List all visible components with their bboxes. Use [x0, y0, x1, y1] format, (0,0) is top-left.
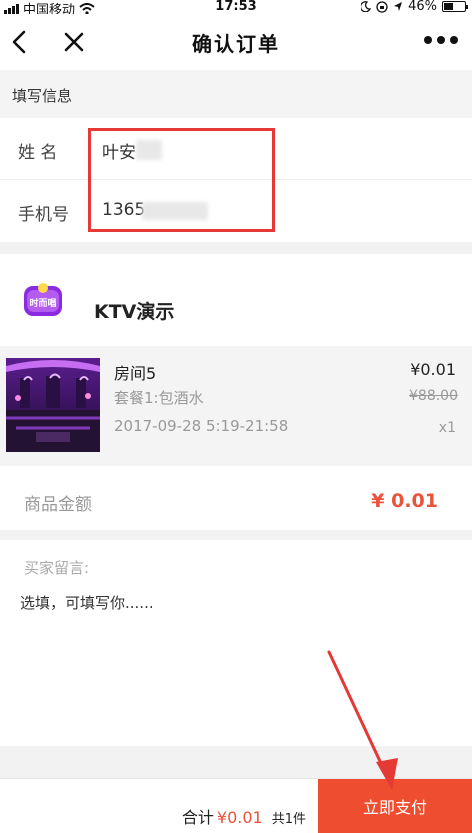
product-name: 房间5 [114, 364, 157, 383]
close-icon [64, 32, 84, 52]
remark-section: 买家留言: [0, 540, 472, 746]
remark-label: 买家留言: [24, 559, 90, 577]
total-label: 合计 [181, 808, 214, 827]
phone-label: 手机号 [18, 205, 69, 225]
product-price: ¥0.01 [410, 360, 456, 379]
product-original-price: ¥88.00 [409, 388, 458, 404]
chevron-left-icon [12, 30, 26, 54]
section-title: 填写信息 [12, 87, 73, 105]
product-package: 套餐1:包酒水 [114, 389, 204, 407]
back-button[interactable] [6, 24, 36, 60]
more-dot-icon [450, 36, 458, 44]
nav-bar: 确认订单 [0, 14, 472, 70]
svg-text:时而唱: 时而唱 [29, 297, 56, 309]
location-icon [394, 2, 403, 11]
more-dot-icon [437, 36, 445, 44]
moon-icon [361, 1, 372, 12]
product-date: 2017-09-28 5:19-21:58 [114, 417, 289, 435]
total-value: ¥0.01 [216, 808, 263, 827]
amount-value: ¥ 0.01 [371, 490, 438, 512]
shop-name: KTV演示 [94, 301, 175, 323]
amount-label: 商品金额 [24, 495, 92, 515]
status-bar: 中国移动 17:53 46% [0, 0, 472, 18]
section-header: 填写信息 [0, 70, 472, 118]
product-item[interactable]: 房间5 套餐1:包酒水 2017-09-28 5:19-21:58 ¥0.01 … [0, 346, 472, 466]
item-count: 共1件 [271, 812, 306, 827]
status-right: 46% [361, 0, 468, 14]
shop-logo: 时而唱 [24, 283, 62, 316]
more-dot-icon [424, 36, 432, 44]
remark-input[interactable] [20, 590, 450, 616]
checkout-footer: 合计 ¥0.01 共1件 立即支付 [0, 778, 472, 833]
close-button[interactable] [56, 24, 92, 60]
product-quantity: x1 [438, 420, 456, 436]
battery-icon [442, 1, 468, 12]
order-total: 合计 ¥0.01 共1件 [182, 804, 306, 828]
rotation-lock-icon [376, 0, 388, 13]
amount-row: 商品金额 ¥ 0.01 [0, 466, 472, 530]
pay-now-button[interactable]: 立即支付 [318, 779, 472, 833]
product-image [6, 358, 100, 452]
shop-header: 时而唱 KTV演示 [0, 254, 472, 346]
annotation-highlight-box [88, 128, 275, 232]
battery-percent: 46% [408, 0, 437, 14]
name-label: 姓 名 [18, 143, 58, 163]
more-button[interactable] [424, 36, 458, 44]
